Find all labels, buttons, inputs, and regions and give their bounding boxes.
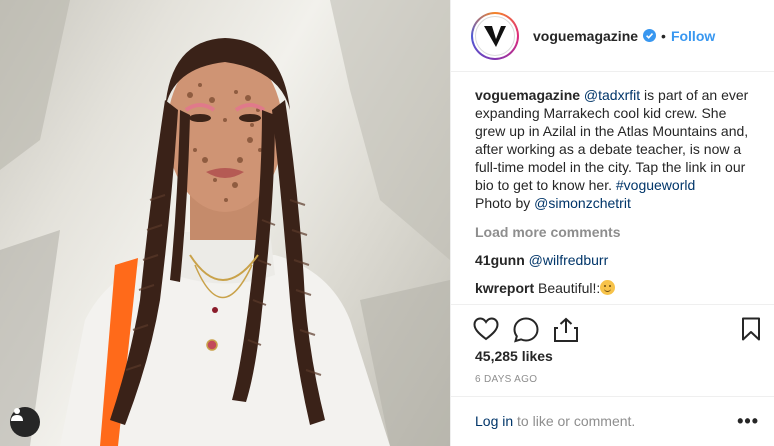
comment-item: 41gunn @wilfredburr — [475, 251, 757, 269]
login-suffix: to like or comment. — [513, 413, 636, 429]
comment-footer: Log in to like or comment. ••• — [451, 396, 774, 446]
comments-section: voguemagazine @tadxrfit is part of an ev… — [475, 86, 757, 297]
vogue-v-logo — [475, 15, 515, 56]
header-username[interactable]: voguemagazine — [533, 28, 638, 44]
comment-mention[interactable]: @wilfredburr — [529, 252, 609, 268]
caption: voguemagazine @tadxrfit is part of an ev… — [475, 86, 757, 212]
portrait-image — [0, 0, 450, 446]
photo-credit: Photo by @simonzchetrit — [475, 194, 757, 212]
photo-by-mention[interactable]: @simonzchetrit — [534, 195, 631, 211]
verified-badge-icon — [643, 29, 657, 42]
share-icon[interactable] — [553, 317, 579, 343]
comment-username[interactable]: kwreport — [475, 280, 534, 296]
comment-username[interactable]: 41gunn — [475, 252, 525, 268]
post-date[interactable]: 6 DAYS AGO — [475, 374, 537, 385]
bookmark-icon[interactable] — [741, 317, 761, 341]
post-panel: voguemagazine • Follow voguemagazine @ta… — [450, 0, 774, 446]
header-separator: • — [661, 27, 666, 44]
comment-icon[interactable] — [513, 317, 539, 343]
login-link[interactable]: Log in — [475, 413, 513, 429]
follow-button[interactable]: Follow — [671, 28, 715, 44]
load-more-comments-button[interactable]: Load more comments — [475, 223, 757, 241]
user-tag-icon — [11, 408, 23, 421]
post-header: voguemagazine • Follow — [451, 0, 774, 72]
caption-mention[interactable]: @tadxrfit — [584, 87, 640, 103]
more-options-icon[interactable]: ••• — [737, 411, 759, 432]
comment-item: kwreport Beautiful!: — [475, 279, 757, 297]
avatar[interactable] — [471, 11, 519, 60]
heart-icon[interactable] — [473, 317, 499, 341]
caption-username[interactable]: voguemagazine — [475, 87, 580, 103]
login-prompt: Log in to like or comment. — [475, 413, 635, 429]
photo-by-label: Photo by — [475, 195, 535, 211]
likes-count[interactable]: 45,285 likes — [475, 348, 553, 364]
post-photo[interactable] — [0, 0, 450, 446]
comment-text: Beautiful!: — [538, 280, 601, 296]
user-tags-button[interactable] — [10, 407, 40, 437]
caption-hashtag[interactable]: #vogueworld — [616, 177, 695, 193]
actions-bar — [451, 304, 774, 350]
smiley-emoji-icon — [600, 280, 616, 295]
